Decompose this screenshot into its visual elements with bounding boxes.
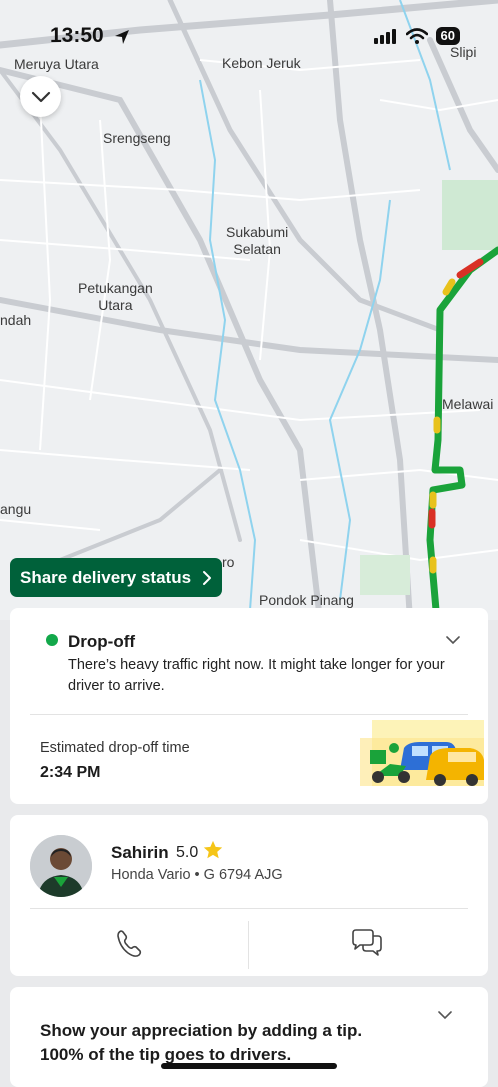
avatar [30,835,92,897]
map-view[interactable]: Meruya Utara Kebon Jeruk Slipi Srengseng… [0,0,498,620]
wifi-icon [405,28,428,44]
cellular-signal-icon [373,29,396,44]
dropoff-card: Drop-off There’s heavy traffic right now… [10,608,488,804]
phone-icon[interactable] [114,927,146,959]
traffic-illustration [360,720,484,786]
divider [248,921,249,969]
star-icon [203,840,223,859]
map-label: ndah [0,312,32,328]
eta-label: Estimated drop-off time [40,740,190,756]
map-label: Pondok Pinang [259,592,354,608]
battery-icon: 60 [435,27,460,45]
map-label: Petukangan Utara [78,280,153,313]
share-delivery-status-button[interactable]: Share delivery status [10,558,222,597]
map-label: Srengseng [103,130,171,146]
home-indicator[interactable] [161,1063,337,1069]
driver-name: Sahirin [111,843,169,862]
driver-card: Sahirin 5.0 Honda Vario • G 6794 AJG [10,815,488,976]
divider [30,714,468,715]
tip-message: Show your appreciation by adding a tip. … [40,1021,363,1064]
chevron-down-icon[interactable] [438,1011,452,1020]
driver-rating: 5.0 [176,844,199,861]
map-label: Melawai [442,396,494,412]
location-arrow-icon [115,30,129,44]
map-label: ro [222,554,235,570]
tip-card[interactable]: Show your appreciation by adding a tip. … [10,987,488,1087]
map-roads [0,0,498,620]
status-bar: 13:50 60 [0,0,498,60]
dropoff-title: Drop-off [68,632,136,651]
status-dot [46,634,58,646]
dropoff-message: There’s heavy traffic right now. It migh… [68,657,445,694]
chat-icon[interactable] [350,927,384,959]
chevron-down-icon[interactable] [446,636,460,645]
share-button-label: Share delivery status [20,567,192,587]
vehicle-info: Honda Vario • G 6794 AJG [111,867,283,883]
chevron-down-icon [31,91,50,102]
map-label: Sukabumi Selatan [226,224,289,257]
map-label: angu [0,501,32,517]
status-time: 13:50 [50,24,104,47]
divider [30,908,468,909]
collapse-button[interactable] [20,76,61,117]
chevron-right-icon [203,570,211,585]
eta-time: 2:34 PM [40,764,101,781]
